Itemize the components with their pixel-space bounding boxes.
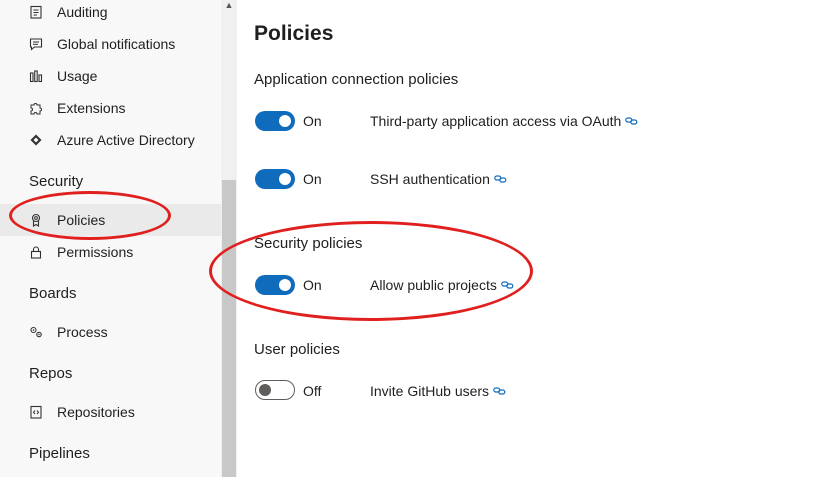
toggle-knob <box>279 115 291 127</box>
sidebar-item-usage[interactable]: Usage <box>0 60 221 92</box>
toggle-invite-github-users[interactable] <box>255 380 295 400</box>
link-icon[interactable] <box>494 171 507 187</box>
sidebar-section-repos: Repos <box>29 365 73 382</box>
sidebar-section-security: Security <box>29 173 84 190</box>
sidebar-item-label: Auditing <box>57 4 108 20</box>
policy-third-party-oauth: Third-party application access via OAuth <box>370 113 638 129</box>
link-icon[interactable] <box>625 113 638 129</box>
bar-chart-icon <box>28 68 44 84</box>
toggle-knob <box>279 279 291 291</box>
policy-allow-public-projects: Allow public projects <box>370 277 514 293</box>
sidebar-item-process[interactable]: Process <box>0 316 221 348</box>
sidebar-item-global-notifications[interactable]: Global notifications <box>0 28 221 60</box>
sidebar-item-auditing[interactable]: Auditing <box>0 0 221 28</box>
group-title-application-connection: Application connection policies <box>254 71 459 88</box>
sidebar-item-label: Process <box>57 324 108 340</box>
scrollbar-thumb[interactable] <box>222 180 236 477</box>
sidebar-section-boards: Boards <box>29 285 77 302</box>
sidebar-item-label: Permissions <box>57 244 134 260</box>
chat-icon <box>28 36 44 52</box>
group-title-security-policies: Security policies <box>254 235 363 252</box>
toggle-state-label: Off <box>303 383 322 399</box>
toggle-state-label: On <box>303 171 322 187</box>
page-title: Policies <box>254 22 334 45</box>
clipboard-icon <box>28 4 44 20</box>
toggle-allow-public-projects[interactable] <box>255 275 295 295</box>
policy-invite-github-users: Invite GitHub users <box>370 383 506 399</box>
sidebar-item-label: Global notifications <box>57 36 176 52</box>
sidebar-item-label: Usage <box>57 68 98 84</box>
sidebar-item-label: Policies <box>57 212 106 228</box>
sidebar: Auditing Global notifications Usage Exte… <box>0 0 221 477</box>
policy-label-text: SSH authentication <box>370 171 490 187</box>
link-icon[interactable] <box>501 277 514 293</box>
toggle-knob <box>259 384 271 396</box>
group-title-user-policies: User policies <box>254 341 340 358</box>
sidebar-item-extensions[interactable]: Extensions <box>0 92 221 124</box>
sidebar-item-repositories[interactable]: Repositories <box>0 396 221 428</box>
lock-icon <box>28 244 44 260</box>
toggle-state-label: On <box>303 277 322 293</box>
toggle-third-party-oauth[interactable] <box>255 111 295 131</box>
toggle-state-label: On <box>303 113 322 129</box>
policy-label-text: Allow public projects <box>370 277 497 293</box>
sidebar-section-pipelines: Pipelines <box>29 445 90 462</box>
code-file-icon <box>28 404 44 420</box>
link-icon[interactable] <box>493 383 506 399</box>
sidebar-item-label: Extensions <box>57 100 126 116</box>
toggle-ssh-authentication[interactable] <box>255 169 295 189</box>
policy-label-text: Third-party application access via OAuth <box>370 113 622 129</box>
sidebar-item-label: Azure Active Directory <box>57 132 195 148</box>
badge-icon <box>28 212 44 228</box>
policy-ssh-authentication: SSH authentication <box>370 171 507 187</box>
scroll-up-arrow-icon[interactable]: ▲ <box>224 0 234 10</box>
toggle-knob <box>279 173 291 185</box>
gears-icon <box>28 324 44 340</box>
sidebar-item-permissions[interactable]: Permissions <box>0 236 221 268</box>
sidebar-item-policies[interactable]: Policies <box>0 204 221 236</box>
sidebar-item-azure-active-directory[interactable]: Azure Active Directory <box>0 124 221 156</box>
puzzle-icon <box>28 100 44 116</box>
sidebar-item-label: Repositories <box>57 404 135 420</box>
azure-ad-icon <box>28 132 44 148</box>
policy-label-text: Invite GitHub users <box>370 383 490 399</box>
